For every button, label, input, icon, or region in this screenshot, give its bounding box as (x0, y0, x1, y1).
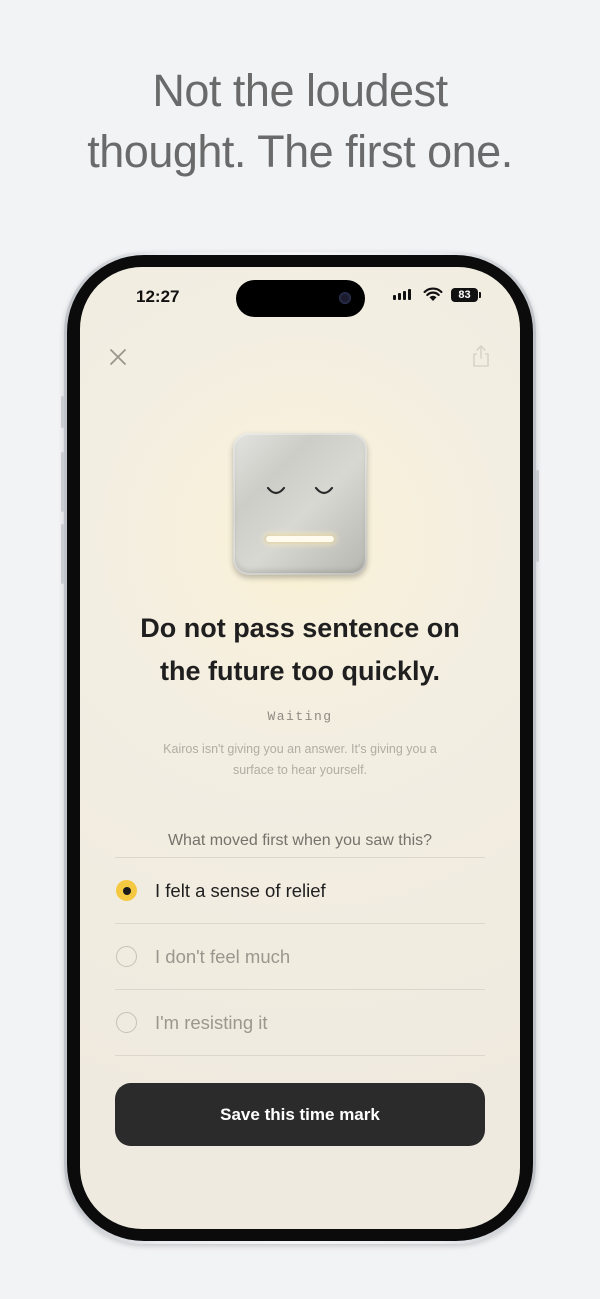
subtext-line-2: surface to hear yourself. (232, 763, 368, 777)
option-label: I'm resisting it (155, 1011, 268, 1033)
share-icon[interactable] (471, 344, 491, 368)
wifi-icon (423, 287, 443, 301)
mascot-face-icon (231, 431, 369, 579)
insight-subtext: Kairos isn't giving you an answer. It's … (140, 739, 460, 781)
side-button-action (61, 396, 64, 428)
close-icon[interactable] (108, 347, 128, 367)
status-time: 12:27 (136, 287, 180, 306)
radio-selected-icon[interactable] (116, 880, 137, 901)
battery-tip (479, 292, 481, 298)
headline-line-1: Not the loudest (152, 65, 448, 116)
signal-icon (393, 289, 411, 300)
question-label: What moved first when you saw this? (167, 832, 433, 849)
option-resisting[interactable]: I'm resisting it (115, 990, 485, 1056)
radio-empty-icon[interactable] (116, 1012, 137, 1033)
side-button-volume-up (61, 452, 64, 512)
status-label: Waiting (267, 709, 333, 724)
battery-icon: 83 (451, 288, 478, 302)
app-screen: 12:27 83 Do not pass sentence on the fut… (80, 267, 520, 1229)
option-label: I felt a sense of relief (155, 879, 326, 901)
dynamic-island (236, 280, 365, 317)
options-list: I felt a sense of relief I don't feel mu… (115, 858, 485, 1056)
insight-title: Do not pass sentence on the future too q… (80, 607, 520, 693)
radio-empty-icon[interactable] (116, 946, 137, 967)
side-button-volume-down (61, 524, 64, 584)
option-dont-feel-much[interactable]: I don't feel much (115, 924, 485, 990)
title-line-1: Do not pass sentence on (140, 613, 460, 643)
side-button-power (536, 470, 539, 562)
subtext-line-1: Kairos isn't giving you an answer. It's … (163, 742, 437, 756)
marketing-headline: Not the loudest thought. The first one. (0, 60, 600, 182)
option-relief[interactable]: I felt a sense of relief (115, 858, 485, 924)
title-line-2: the future too quickly. (159, 656, 440, 686)
save-time-mark-button[interactable]: Save this time mark (115, 1083, 485, 1146)
headline-line-2: thought. The first one. (87, 126, 513, 177)
option-label: I don't feel much (155, 945, 291, 967)
